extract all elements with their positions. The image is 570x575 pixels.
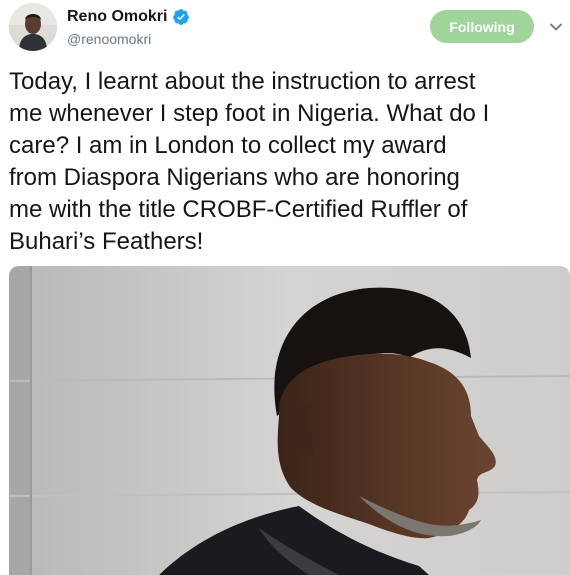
verified-badge-icon	[173, 9, 190, 25]
avatar-image	[9, 3, 57, 51]
chevron-down-icon[interactable]	[549, 20, 563, 34]
tweet-photo[interactable]	[9, 266, 570, 575]
name-row: Reno Omokri	[67, 6, 190, 28]
avatar[interactable]	[9, 3, 57, 51]
author-display-name[interactable]: Reno Omokri	[67, 8, 167, 26]
tweet-text: Today, I learnt about the instruction to…	[9, 68, 490, 255]
tweet-card: Reno Omokri @renoomokri Following Today,…	[0, 0, 570, 575]
following-button[interactable]: Following	[430, 10, 534, 43]
author-info: Reno Omokri @renoomokri	[67, 6, 190, 47]
author-handle[interactable]: @renoomokri	[67, 31, 190, 47]
photo-image	[9, 266, 570, 575]
